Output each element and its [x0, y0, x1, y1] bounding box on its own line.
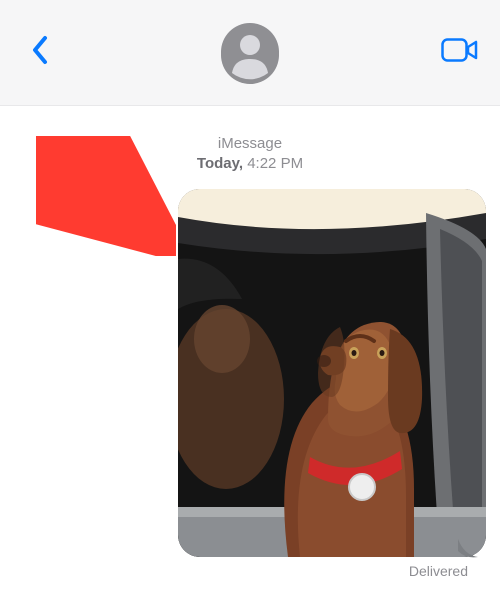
bubble-tail-icon [458, 539, 478, 559]
message-row [14, 189, 486, 557]
timestamp-day: Today, [197, 155, 243, 172]
delivery-status: Delivered [14, 563, 486, 579]
back-button[interactable] [18, 31, 62, 75]
timestamp-line: Today, 4:22 PM [0, 154, 500, 174]
sent-image-message[interactable] [178, 189, 486, 557]
dog-in-car-image [178, 189, 486, 557]
contact-avatar[interactable] [221, 26, 279, 84]
service-label: iMessage [0, 134, 500, 154]
message-thread: Delivered [0, 189, 500, 579]
chevron-left-icon [31, 35, 49, 70]
conversation-header [0, 0, 500, 106]
message-timestamp: iMessage Today, 4:22 PM [0, 134, 500, 173]
facetime-video-button[interactable] [438, 31, 482, 75]
timestamp-time: 4:22 PM [247, 155, 303, 172]
person-circle-icon [221, 23, 279, 86]
video-camera-icon [441, 37, 479, 68]
